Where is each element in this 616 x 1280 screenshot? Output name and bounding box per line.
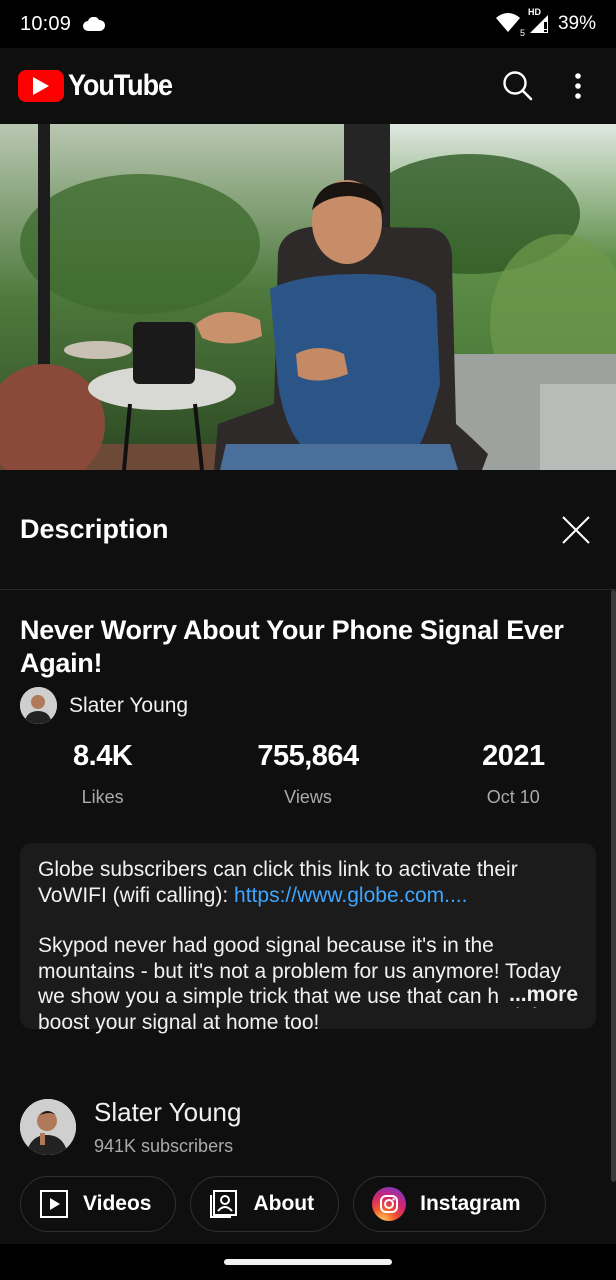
- stat-value: 755,864: [257, 740, 359, 772]
- youtube-logo[interactable]: YouTube: [18, 69, 183, 103]
- search-icon[interactable]: [502, 70, 534, 102]
- description-paragraph: Globe subscribers can click this link to…: [38, 857, 578, 908]
- subscriber-count: 941K subscribers: [94, 1136, 234, 1156]
- channel-row[interactable]: Slater Young: [20, 687, 188, 724]
- chip-label: About: [253, 1192, 315, 1215]
- status-icons: 5 HD 39%: [495, 7, 596, 38]
- stat-value: 8.4K: [73, 740, 133, 772]
- channel-avatar[interactable]: [20, 1099, 76, 1155]
- more-button[interactable]: ...more: [499, 981, 578, 1007]
- channel-name[interactable]: Slater Young: [69, 694, 188, 718]
- avatar[interactable]: [20, 687, 57, 724]
- navigation-bar: [0, 1244, 616, 1280]
- description-paragraph: Skypod never had good signal because it'…: [38, 934, 567, 1034]
- network-badge: HD: [527, 7, 541, 17]
- channel-section[interactable]: Slater Young 941K subscribers: [20, 1097, 241, 1157]
- videos-button[interactable]: Videos: [20, 1176, 177, 1232]
- chip-label: Instagram: [420, 1192, 521, 1215]
- close-button[interactable]: [556, 510, 596, 550]
- description-panel: Description Never Worry About Your Phone…: [0, 470, 616, 1244]
- more-vert-icon[interactable]: [574, 72, 582, 100]
- signal-icon: HD: [528, 7, 552, 35]
- scrollbar[interactable]: [611, 590, 616, 1182]
- youtube-play-icon: [18, 70, 64, 102]
- channel-links: Videos About Instagram: [20, 1176, 546, 1232]
- video-stats: 8.4K Likes 755,864 Views 2021 Oct 10: [0, 740, 616, 808]
- wifi-badge: 5: [519, 28, 525, 38]
- wifi-icon: 5: [495, 13, 525, 38]
- stat-likes: 8.4K Likes: [0, 740, 205, 808]
- panel-header: Description: [0, 470, 616, 590]
- cloud-icon: [83, 17, 106, 31]
- stat-date: 2021 Oct 10: [411, 740, 616, 808]
- stat-label: Likes: [81, 787, 124, 807]
- youtube-wordmark: YouTube: [68, 69, 173, 102]
- status-bar: 10:09 5 HD 39%: [0, 0, 616, 48]
- chip-label: Videos: [83, 1192, 152, 1215]
- status-time: 10:09: [20, 12, 72, 35]
- home-gesture-handle[interactable]: [224, 1259, 392, 1265]
- instagram-button[interactable]: Instagram: [353, 1176, 546, 1232]
- stat-value: 2021: [482, 740, 545, 772]
- battery-percent: 39%: [557, 13, 596, 34]
- description-link[interactable]: https://www.globe.com....: [234, 884, 467, 907]
- stat-label: Views: [284, 787, 332, 807]
- video-play-icon: [40, 1190, 68, 1218]
- panel-title: Description: [20, 514, 169, 544]
- close-icon: [562, 515, 590, 544]
- about-button[interactable]: About: [190, 1176, 340, 1232]
- channel-title[interactable]: Slater Young: [94, 1097, 241, 1128]
- description-box[interactable]: Globe subscribers can click this link to…: [20, 843, 596, 1034]
- instagram-icon: [372, 1187, 407, 1221]
- stat-label: Oct 10: [486, 787, 540, 807]
- video-title: Never Worry About Your Phone Signal Ever…: [20, 615, 564, 678]
- contact-card-icon: [210, 1190, 238, 1218]
- video-player[interactable]: [0, 124, 616, 470]
- app-bar: YouTube: [0, 48, 616, 124]
- stat-views: 755,864 Views: [205, 740, 410, 808]
- video-frame: [0, 124, 616, 470]
